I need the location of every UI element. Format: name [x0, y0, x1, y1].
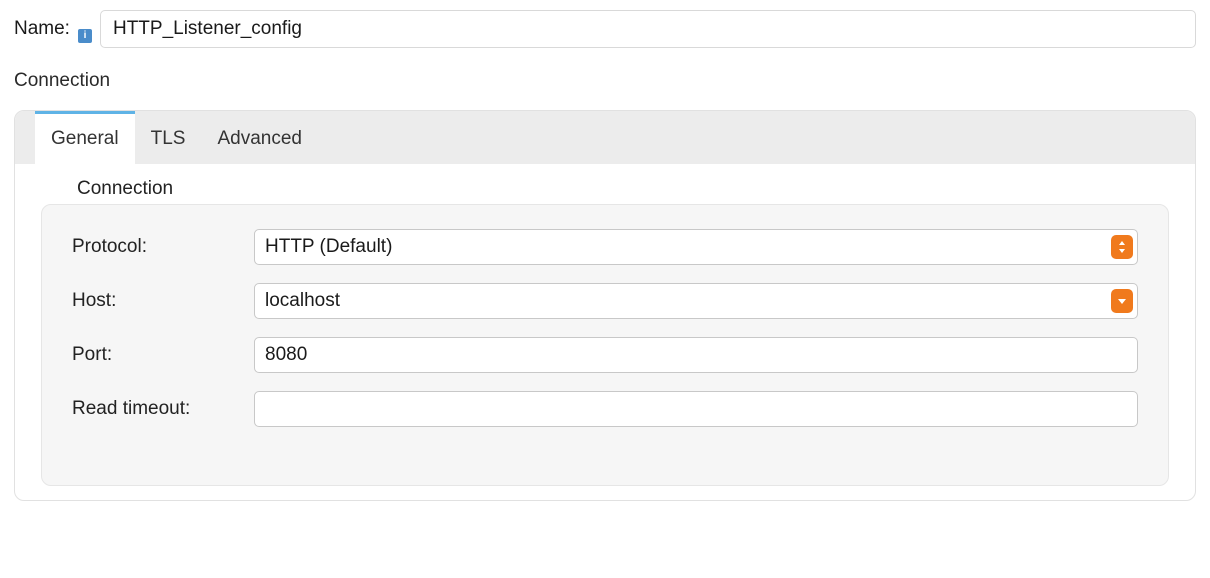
name-label: Name: [14, 18, 70, 40]
tab-advanced[interactable]: Advanced [201, 111, 318, 164]
read-timeout-label: Read timeout: [72, 398, 254, 420]
port-input[interactable] [254, 337, 1138, 373]
chevron-down-icon[interactable] [1111, 289, 1133, 313]
info-icon: i [78, 29, 92, 43]
protocol-select[interactable]: HTTP (Default) [254, 229, 1138, 265]
fields-box: Protocol: HTTP (Default) Host: [41, 204, 1169, 486]
host-select[interactable]: localhost [254, 283, 1138, 319]
tabbar: General TLS Advanced [15, 111, 1195, 164]
host-label: Host: [72, 290, 254, 312]
read-timeout-input[interactable] [254, 391, 1138, 427]
connection-fieldset-title: Connection [41, 166, 1169, 204]
tab-general[interactable]: General [35, 111, 135, 164]
name-input[interactable] [100, 10, 1196, 48]
general-fieldset: Connection Protocol: HTTP (Default) [41, 164, 1169, 486]
connection-panel: General TLS Advanced Connection Protocol… [14, 110, 1196, 501]
protocol-value: HTTP (Default) [265, 236, 392, 258]
tab-tls[interactable]: TLS [135, 111, 202, 164]
stepper-icon[interactable] [1111, 235, 1133, 259]
protocol-label: Protocol: [72, 236, 254, 258]
connection-section-title: Connection [14, 70, 1196, 92]
host-value: localhost [265, 290, 340, 312]
port-label: Port: [72, 344, 254, 366]
